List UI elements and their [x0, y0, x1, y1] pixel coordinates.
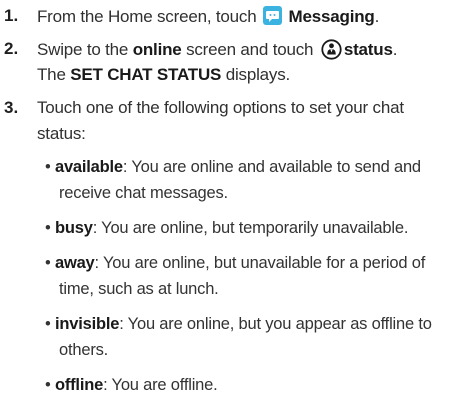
- step-number: 2.: [4, 39, 19, 58]
- bullet: •: [45, 254, 51, 272]
- person-status-icon: [321, 39, 342, 60]
- option-description: : You are offline.: [103, 376, 218, 394]
- option-description: : You are online, but unavailable for a …: [94, 254, 426, 272]
- option-description-continued: receive chat messages.: [59, 184, 228, 202]
- step-number: 1.: [4, 6, 19, 25]
- step-number: 3.: [4, 98, 19, 117]
- option-description-continued: others.: [59, 341, 109, 359]
- option-term: away: [54, 254, 95, 272]
- option-description: : You are online, but you appear as offl…: [119, 315, 432, 333]
- bullet: •: [45, 376, 51, 394]
- option-description-continued: time, such as at lunch.: [59, 280, 219, 298]
- status-term: status: [343, 40, 393, 59]
- instructions-document: 1. From the Home screen, touch Messaging…: [0, 0, 462, 404]
- bullet: •: [45, 158, 51, 176]
- step-1-text: From the Home screen, touch Messaging.: [37, 6, 380, 26]
- option-description: : You are online and available to send a…: [122, 158, 421, 176]
- step-3-line-1: Touch one of the following options to se…: [37, 98, 404, 117]
- messaging-app-icon: [263, 6, 282, 25]
- set-chat-status-term: SET CHAT STATUS: [70, 65, 222, 84]
- option-term: available: [54, 158, 123, 176]
- step-2-line-2: The SET CHAT STATUS displays.: [37, 65, 291, 84]
- option-description: : You are online, but temporarily unavai…: [92, 219, 409, 237]
- online-term: online: [132, 40, 182, 59]
- option-term: offline: [54, 376, 104, 394]
- step-2-line-1: Swipe to the online screen and touch sta…: [37, 39, 398, 60]
- messaging-term: Messaging: [288, 7, 375, 26]
- step-3-line-2: status:: [37, 124, 86, 143]
- bullet: •: [45, 219, 51, 237]
- option-term: invisible: [54, 315, 120, 333]
- option-term: busy: [54, 219, 93, 237]
- bullet: •: [45, 315, 51, 333]
